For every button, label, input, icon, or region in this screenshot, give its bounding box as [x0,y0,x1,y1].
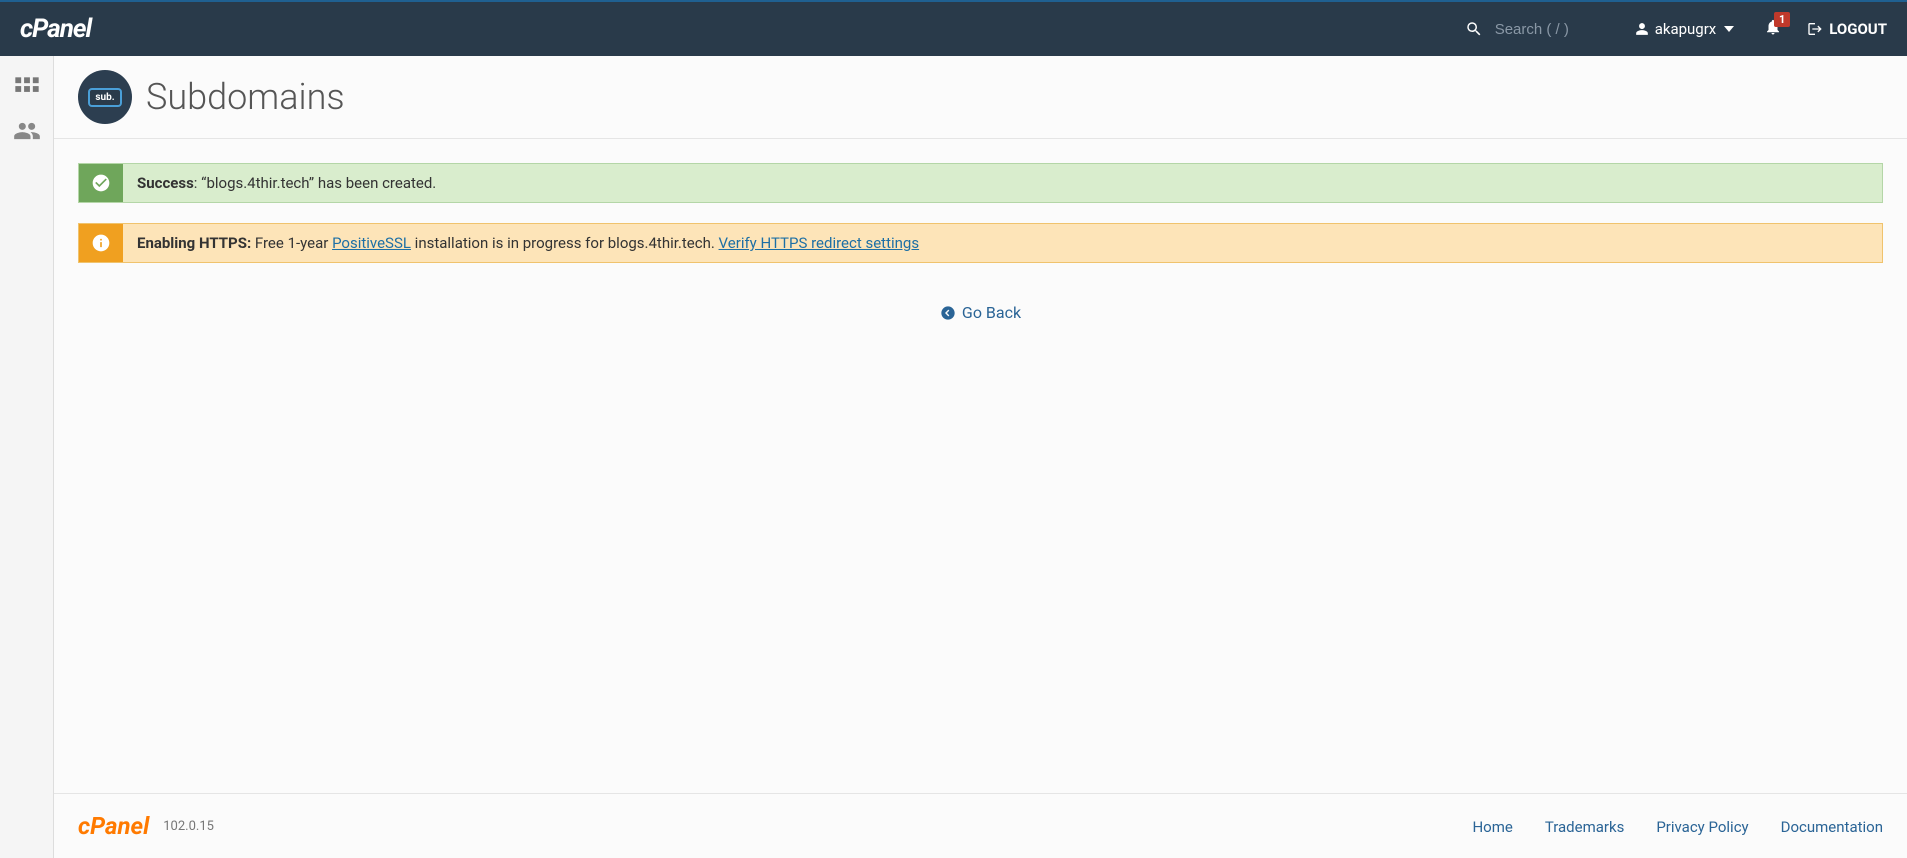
notification-badge: 1 [1774,12,1790,27]
arrow-left-circle-icon [940,305,956,321]
users-icon [13,117,41,145]
user-name: akapugrx [1655,20,1717,38]
search-wrap [1465,20,1605,38]
info-msg-after: installation is in progress for blogs.4t… [411,234,719,252]
go-back-wrap: Go Back [78,303,1883,325]
grid-icon [13,75,41,103]
sidebar-users-button[interactable] [0,110,53,152]
notifications-button[interactable]: 1 [1764,18,1782,40]
info-label: Enabling HTTPS: [137,234,251,252]
sub-label: sub. [88,88,121,107]
footer-links: Home Trademarks Privacy Policy Documenta… [1444,817,1883,836]
search-input[interactable] [1495,21,1605,38]
footer-cpanel-logo[interactable]: cPanel [78,812,149,840]
success-label: Success [137,174,194,192]
footer-documentation-link[interactable]: Documentation [1781,818,1883,836]
info-msg-before: Free 1-year [251,234,332,252]
go-back-link[interactable]: Go Back [940,303,1021,322]
search-icon [1465,20,1483,38]
logout-button[interactable]: LOGOUT [1807,20,1887,38]
footer-privacy-link[interactable]: Privacy Policy [1656,818,1748,836]
user-icon [1635,22,1649,36]
caret-down-icon [1724,26,1734,32]
info-circle-icon [91,233,111,253]
footer-version: 102.0.15 [163,819,214,834]
go-back-label: Go Back [962,303,1021,322]
footer-home-link[interactable]: Home [1472,818,1512,836]
sidebar-apps-button[interactable] [0,68,53,110]
footer: cPanel 102.0.15 Home Trademarks Privacy … [54,793,1907,858]
info-alert-body: Enabling HTTPS: Free 1-year PositiveSSL … [123,224,1882,262]
success-message: : “blogs.4thir.tech” has been created. [194,174,436,192]
positivessl-link[interactable]: PositiveSSL [332,234,411,252]
success-alert-body: Success: “blogs.4thir.tech” has been cre… [123,164,1882,202]
cpanel-logo[interactable]: cPanel [20,14,91,44]
sidebar [0,56,54,858]
success-alert: Success: “blogs.4thir.tech” has been cre… [78,163,1883,203]
user-menu[interactable]: akapugrx [1635,20,1735,38]
success-alert-icon-wrap [79,164,123,202]
info-alert: Enabling HTTPS: Free 1-year PositiveSSL … [78,223,1883,263]
logout-icon [1807,21,1823,37]
subdomains-page-icon: sub. [78,70,132,124]
check-circle-icon [91,173,111,193]
logout-label: LOGOUT [1829,20,1887,38]
main-content: sub. Subdomains Success: “blogs.4thir.te… [54,56,1907,858]
top-header: cPanel akapugrx 1 LOGOUT [0,0,1907,56]
info-alert-icon-wrap [79,224,123,262]
footer-trademarks-link[interactable]: Trademarks [1545,818,1625,836]
page-title: Subdomains [146,76,345,118]
page-header: sub. Subdomains [54,56,1907,139]
verify-https-link[interactable]: Verify HTTPS redirect settings [719,234,920,252]
